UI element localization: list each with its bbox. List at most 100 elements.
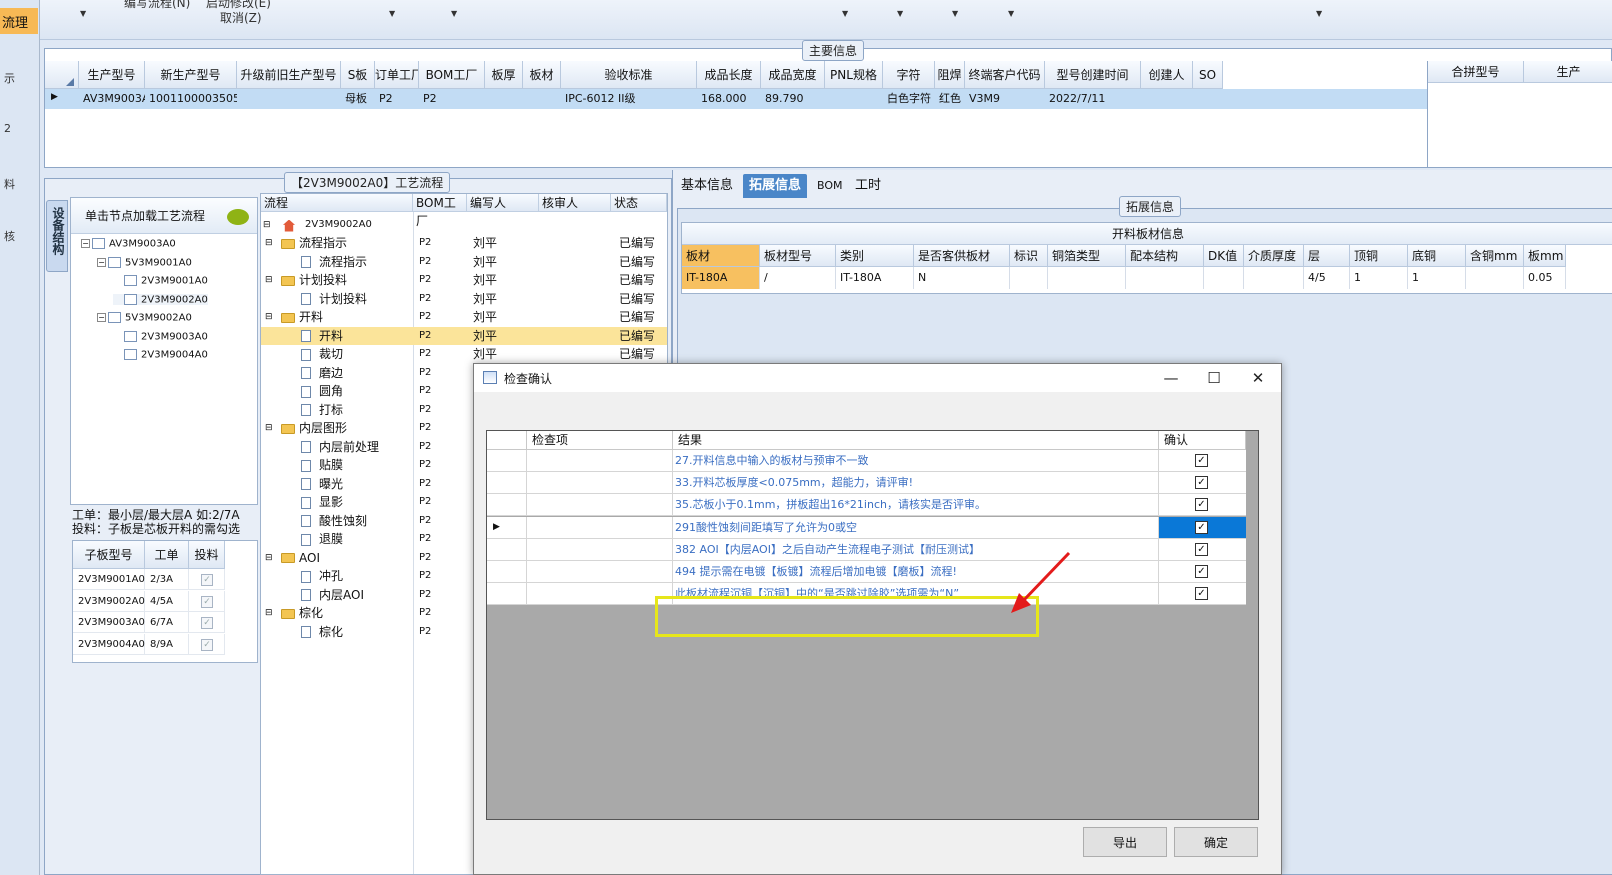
main-info-cell[interactable]: 红色 [935,89,965,109]
cut-material-cell[interactable] [1204,267,1244,289]
confirm-checkbox[interactable]: ✓ [1195,520,1208,534]
confirm-cell[interactable]: ✓ [1159,494,1246,515]
tree-node[interactable]: 2V3M9001A0 [113,275,208,287]
cut-material-cell[interactable]: 4/5 [1304,267,1350,289]
cut-material-cell[interactable]: 1 [1408,267,1466,289]
dropdown-caret-icon[interactable]: ▼ [389,9,395,18]
collapse-icon[interactable]: ⊟ [265,419,273,437]
cut-material-cell[interactable] [1244,267,1304,289]
dropdown-caret-icon[interactable]: ▼ [1316,9,1322,18]
export-button[interactable]: 导出 [1083,827,1167,857]
collapse-icon[interactable]: ⊟ [265,308,273,326]
tree-node[interactable]: 2V3M9004A0 [113,349,208,361]
confirm-cell[interactable]: ✓ [1159,561,1246,582]
collapse-icon[interactable]: − [97,257,106,267]
sub-board-model[interactable]: 2V3M9001A0 [73,569,145,590]
dropdown-caret-icon[interactable]: ▼ [80,9,86,18]
confirm-cell[interactable]: ✓ [1159,516,1246,538]
menu-item-write-process[interactable]: 编写流程(N) [124,0,190,11]
main-info-cell[interactable] [1193,89,1223,109]
feed-checkbox[interactable]: ✓ [201,595,213,608]
cut-material-cell[interactable]: N [914,267,1010,289]
cut-material-cell[interactable]: IT-180A [682,267,760,289]
sub-board-model[interactable]: 2V3M9002A0 [73,590,145,612]
confirm-cell[interactable]: ✓ [1159,583,1246,604]
dropdown-caret-icon[interactable]: ▼ [897,9,903,18]
collapse-icon[interactable]: ⊟ [265,271,273,289]
process-row[interactable]: 裁切 P2 刘平 已编写 [261,345,667,363]
tree-node[interactable]: − 5V3M9001A0 [97,256,192,268]
collapse-icon[interactable]: ⊟ [265,604,273,622]
main-info-cell[interactable]: V3M9 [965,89,1045,109]
cut-material-cell[interactable] [1466,267,1524,289]
process-row[interactable]: 流程指示 P2 刘平 已编写 [261,253,667,271]
main-info-cell[interactable]: P2 [419,89,485,109]
left-nav-item[interactable]: 料 [4,176,15,192]
left-nav-item[interactable]: 核 [4,228,15,244]
work-order[interactable]: 6/7A [145,612,189,633]
tab-basic-info[interactable]: 基本信息 [675,174,739,198]
work-order[interactable]: 2/3A [145,569,189,590]
collapse-icon[interactable]: ⊟ [265,549,273,567]
main-info-cell[interactable]: AV3M9003A0 [79,89,145,109]
dropdown-caret-icon[interactable]: ▼ [842,9,848,18]
feed-checkbox[interactable]: ✓ [201,574,213,586]
main-info-cell[interactable] [825,89,883,109]
process-row[interactable]: ⊟ 开料 P2 刘平 已编写 [261,308,667,326]
check-row[interactable]: ▶ 291酸性蚀刻间距填写了允许为0或空 ✓ [487,516,1246,539]
check-row[interactable]: 382 AOI【内层AOI】之后自动产生流程电子测试【耐压测试】 ✓ [487,538,1246,561]
cut-material-cell[interactable]: IT-180A [836,267,914,289]
work-order[interactable]: 4/5A [145,590,189,612]
sub-board-model[interactable]: 2V3M9004A0 [73,633,145,655]
process-row[interactable]: 开料 P2 刘平 已编写 [261,326,667,345]
confirm-checkbox[interactable]: ✓ [1195,454,1208,467]
tree-node[interactable]: 2V3M9003A0 [113,330,208,342]
tab-extended-info[interactable]: 拓展信息 [743,174,808,198]
close-icon[interactable]: ✕ [1248,368,1268,388]
main-info-cell[interactable]: 10011000035055 [145,89,237,109]
left-nav-item[interactable]: 示 [4,70,15,86]
ok-button[interactable]: 确定 [1174,827,1258,857]
confirm-cell[interactable]: ✓ [1159,450,1246,471]
sub-board-model[interactable]: 2V3M9003A0 [73,612,145,633]
dropdown-caret-icon[interactable]: ▼ [451,9,457,18]
feed-checkbox[interactable]: ✓ [201,638,213,651]
menu-item-cancel[interactable]: 取消(Z) [220,9,262,26]
tab-bom[interactable]: BOM [811,174,849,198]
cut-material-cell[interactable]: / [760,267,836,289]
confirm-checkbox[interactable]: ✓ [1195,542,1208,556]
feed-checkbox[interactable]: ✓ [201,617,213,629]
left-nav-item-selected[interactable]: 流理 [0,8,38,34]
dropdown-caret-icon[interactable]: ▼ [1008,9,1014,18]
main-info-cell[interactable]: 白色字符 [883,89,935,109]
collapse-icon[interactable]: ⊟ [265,234,273,252]
feed-cell[interactable]: ✓ [189,590,225,612]
main-info-cell[interactable] [523,89,561,109]
tree-node[interactable]: − AV3M9003A0 [81,238,176,250]
check-row[interactable]: 33.开料芯板厚度<0.075mm，超能力，请评审! ✓ [487,472,1246,495]
process-row[interactable]: ⊟ 计划投料 P2 刘平 已编写 [261,271,667,289]
side-tab-structure[interactable]: 设备结构 [46,200,68,272]
main-info-cell[interactable]: 母板 [341,89,375,109]
cut-material-cell[interactable]: 1 [1350,267,1408,289]
confirm-checkbox[interactable]: ✓ [1195,587,1208,601]
confirm-cell[interactable]: ✓ [1159,472,1246,493]
tab-work-hours[interactable]: 工时 [849,174,887,198]
left-nav-item[interactable]: 2 [4,122,11,135]
process-row[interactable]: ⊟ 流程指示 P2 刘平 已编写 [261,234,667,252]
main-info-cell[interactable] [1141,89,1193,109]
feed-cell[interactable]: ✓ [189,569,225,590]
collapse-icon[interactable]: ⊟ [263,216,271,234]
cut-material-cell[interactable] [1010,267,1048,289]
minimize-icon[interactable]: — [1161,368,1181,388]
main-info-cell[interactable]: IPC-6012 II级 [561,89,697,109]
tree-node[interactable]: − 5V3M9002A0 [97,312,192,324]
check-row[interactable]: 494 提示需在电镀【板镀】流程后增加电镀【磨板】流程! ✓ [487,561,1246,583]
cut-material-cell[interactable]: 0.05 [1524,267,1566,289]
work-order[interactable]: 8/9A [145,633,189,655]
main-info-cell[interactable]: 168.000 [697,89,761,109]
main-info-cell[interactable]: 89.790 [761,89,825,109]
cut-material-cell[interactable] [1048,267,1126,289]
check-row[interactable]: 27.开料信息中输入的板材与预审不一致 ✓ [487,450,1246,472]
confirm-cell[interactable]: ✓ [1159,539,1246,560]
